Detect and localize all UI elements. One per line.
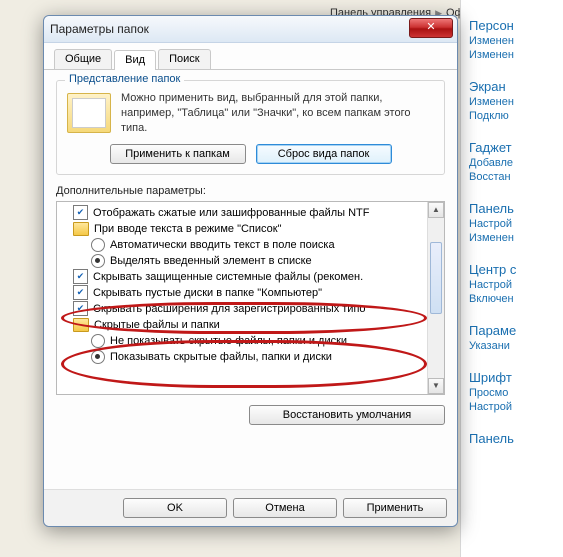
apply-button[interactable]: Применить xyxy=(343,498,447,518)
side-link[interactable]: Настрой xyxy=(469,279,563,291)
tree-item-label: Автоматически вводить текст в поле поиск… xyxy=(110,239,335,251)
radio-hide-hidden[interactable] xyxy=(91,334,105,348)
side-link[interactable]: Изменен xyxy=(469,49,563,61)
side-link[interactable]: Указани xyxy=(469,340,563,352)
tab-view[interactable]: Вид xyxy=(114,50,156,70)
scroll-thumb[interactable] xyxy=(430,242,442,314)
tab-search[interactable]: Поиск xyxy=(158,49,210,69)
side-heading[interactable]: Персон xyxy=(469,18,563,33)
folder-view-group: Представление папок Можно применить вид,… xyxy=(56,80,445,175)
tree-item-label: Скрывать пустые диски в папке "Компьютер… xyxy=(93,287,322,299)
checkbox-hide-extensions[interactable] xyxy=(73,301,88,316)
scroll-up-button[interactable]: ▲ xyxy=(428,202,444,218)
scroll-down-button[interactable]: ▼ xyxy=(428,378,444,394)
control-panel-side: Персон Изменен Изменен Экран Изменен Под… xyxy=(460,0,563,557)
folder-view-description: Можно применить вид, выбранный для этой … xyxy=(121,91,434,136)
folder-options-dialog: Параметры папок ✕ Общие Вид Поиск Предст… xyxy=(43,15,458,527)
side-link[interactable]: Подклю xyxy=(469,110,563,122)
side-link[interactable]: Просмо xyxy=(469,387,563,399)
side-heading[interactable]: Центр с xyxy=(469,262,563,277)
reset-folders-button[interactable]: Сброс вида папок xyxy=(256,144,392,164)
side-heading[interactable]: Шрифт xyxy=(469,370,563,385)
folder-icon xyxy=(73,222,89,236)
tree-item-label: Не показывать скрытые файлы, папки и дис… xyxy=(110,335,347,347)
side-heading[interactable]: Гаджет xyxy=(469,140,563,155)
side-link[interactable]: Восстан xyxy=(469,171,563,183)
tree-item-label: Скрывать расширения для зарегистрированн… xyxy=(93,303,366,315)
side-link[interactable]: Изменен xyxy=(469,35,563,47)
advanced-settings-label: Дополнительные параметры: xyxy=(56,185,445,197)
scrollbar[interactable]: ▲ ▼ xyxy=(427,202,444,394)
close-button[interactable]: ✕ xyxy=(409,18,453,38)
close-icon: ✕ xyxy=(426,21,435,33)
titlebar[interactable]: Параметры папок ✕ xyxy=(44,16,457,43)
tree-item-label: Скрывать защищенные системные файлы (рек… xyxy=(93,271,363,283)
side-heading[interactable]: Панель xyxy=(469,431,563,446)
folder-icon xyxy=(67,93,111,133)
restore-defaults-button[interactable]: Восстановить умолчания xyxy=(249,405,445,425)
ok-button[interactable]: OK xyxy=(123,498,227,518)
tree-item-label: Выделять введенный элемент в списке xyxy=(110,255,312,267)
radio-show-hidden[interactable] xyxy=(91,350,105,364)
side-link[interactable]: Настрой xyxy=(469,401,563,413)
tab-content: Представление папок Можно применить вид,… xyxy=(44,70,457,489)
side-link[interactable]: Изменен xyxy=(469,232,563,244)
checkbox[interactable] xyxy=(73,285,88,300)
side-link[interactable]: Добавле xyxy=(469,157,563,169)
side-link[interactable]: Настрой xyxy=(469,218,563,230)
tree-item-label: Показывать скрытые файлы, папки и диски xyxy=(110,351,332,363)
side-link[interactable]: Включен xyxy=(469,293,563,305)
side-link[interactable]: Изменен xyxy=(469,96,563,108)
dialog-button-row: OK Отмена Применить xyxy=(44,489,457,526)
tab-general[interactable]: Общие xyxy=(54,49,112,69)
group-title: Представление папок xyxy=(65,73,184,85)
side-heading[interactable]: Панель xyxy=(469,201,563,216)
side-heading[interactable]: Экран xyxy=(469,79,563,94)
advanced-settings-tree[interactable]: Отображать сжатые или зашифрованные файл… xyxy=(56,201,445,395)
apply-to-folders-button[interactable]: Применить к папкам xyxy=(110,144,246,164)
radio[interactable] xyxy=(91,238,105,252)
cancel-button[interactable]: Отмена xyxy=(233,498,337,518)
checkbox[interactable] xyxy=(73,269,88,284)
radio[interactable] xyxy=(91,254,105,268)
window-title: Параметры папок xyxy=(50,22,149,36)
tree-item-label: Скрытые файлы и папки xyxy=(94,319,220,331)
folder-icon xyxy=(73,318,89,332)
side-heading[interactable]: Параме xyxy=(469,323,563,338)
checkbox[interactable] xyxy=(73,205,88,220)
tree-item-label: Отображать сжатые или зашифрованные файл… xyxy=(93,207,369,219)
tabs: Общие Вид Поиск xyxy=(44,43,457,70)
tree-item-label: При вводе текста в режиме "Список" xyxy=(94,223,281,235)
